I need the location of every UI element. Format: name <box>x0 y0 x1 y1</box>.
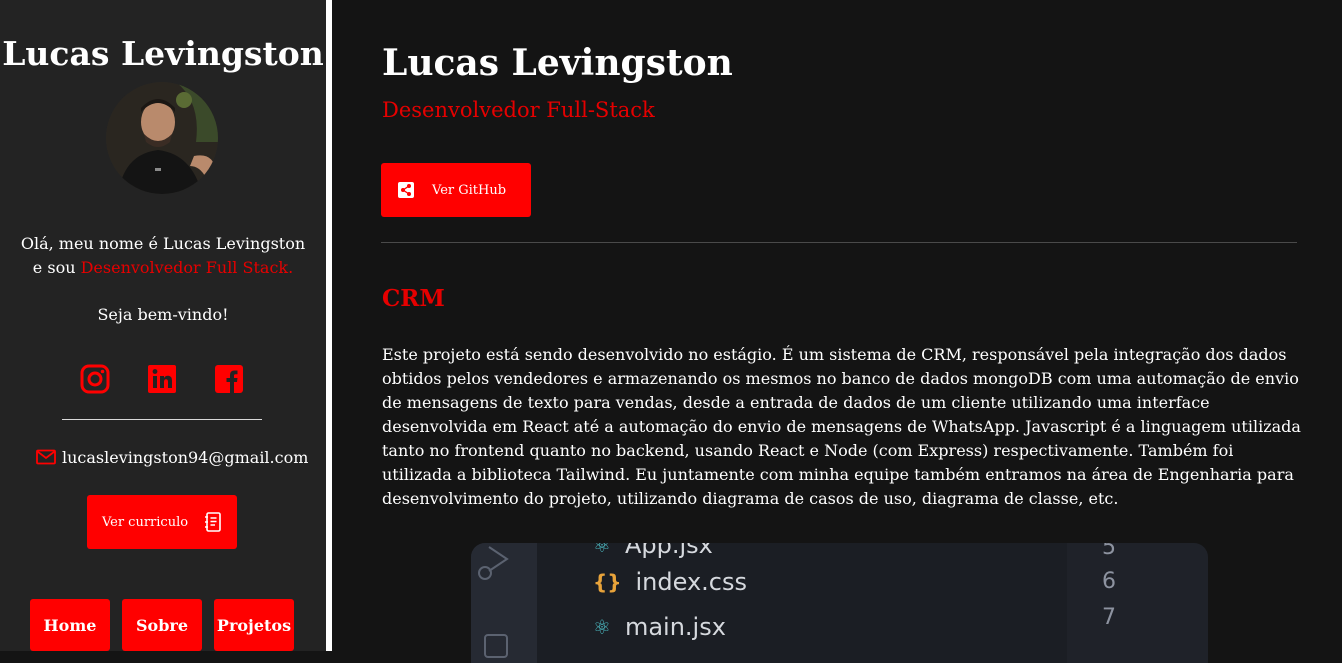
file-name: index.css <box>635 568 747 596</box>
github-button[interactable]: Ver GitHub <box>381 163 531 217</box>
linkedin-link[interactable] <box>146 362 178 396</box>
project-title: CRM <box>382 285 445 312</box>
github-button-label: Ver GitHub <box>432 182 507 198</box>
file-name: App.jsx <box>624 543 713 559</box>
welcome-text: Seja bem-vindo! <box>97 305 229 324</box>
nav-projects-button[interactable]: Projetos <box>214 599 294 651</box>
project-description: Este projeto está sendo desenvolvido no … <box>382 345 1301 508</box>
nav-home-button[interactable]: Home <box>30 599 110 651</box>
preview-activity-bar <box>471 543 537 663</box>
document-icon <box>205 512 221 532</box>
email-address: lucaslevingston94@gmail.com <box>62 447 309 467</box>
react-icon: ⚛ <box>593 543 611 557</box>
line-number: 7 <box>1102 605 1116 630</box>
email-row[interactable]: lucaslevingston94@gmail.com <box>36 446 308 468</box>
share-icon <box>398 182 414 198</box>
file-name: main.jsx <box>624 613 726 641</box>
intro-line-1: Olá, meu nome é Lucas Levingston <box>20 234 306 253</box>
resume-button-label: Ver curriculo <box>101 514 189 530</box>
main-content: Lucas Levingston Desenvolvedor Full-Stac… <box>332 0 1342 663</box>
instagram-link[interactable] <box>79 362 111 396</box>
page-subtitle: Desenvolvedor Full-Stack <box>382 98 655 122</box>
sidebar: Lucas Levingston Olá, meu nome é Lucas L… <box>0 0 326 651</box>
sidebar-name: Lucas Levingston <box>2 34 324 73</box>
line-number: 6 <box>1102 569 1116 594</box>
css-braces-icon: {} <box>593 570 622 594</box>
file-item: {} index.css <box>593 562 747 602</box>
run-debug-icon <box>478 546 509 658</box>
sidebar-divider <box>62 419 262 420</box>
intro-role-highlight: Desenvolvedor Full Stack. <box>80 258 294 277</box>
react-icon: ⚛ <box>593 615 611 639</box>
avatar <box>106 82 218 194</box>
nav-about-button[interactable]: Sobre <box>122 599 202 651</box>
main-divider <box>381 242 1297 243</box>
file-item: ⚛ main.jsx <box>593 607 726 647</box>
intro-text: Olá, meu nome é Lucas Levingston e sou D… <box>0 232 326 280</box>
line-number: 5 <box>1102 543 1116 560</box>
intro-line-2-prefix: e sou <box>32 258 81 277</box>
linkedin-icon <box>148 365 176 393</box>
facebook-icon <box>215 365 243 393</box>
mail-icon <box>36 449 56 465</box>
instagram-icon <box>80 364 110 394</box>
page-title: Lucas Levingston <box>382 42 733 84</box>
project-screenshot: ⚛ App.jsx {} index.css ⚛ main.jsx 5 6 7 <box>471 543 1208 663</box>
resume-button[interactable]: Ver curriculo <box>87 495 237 549</box>
facebook-link[interactable] <box>213 362 245 396</box>
